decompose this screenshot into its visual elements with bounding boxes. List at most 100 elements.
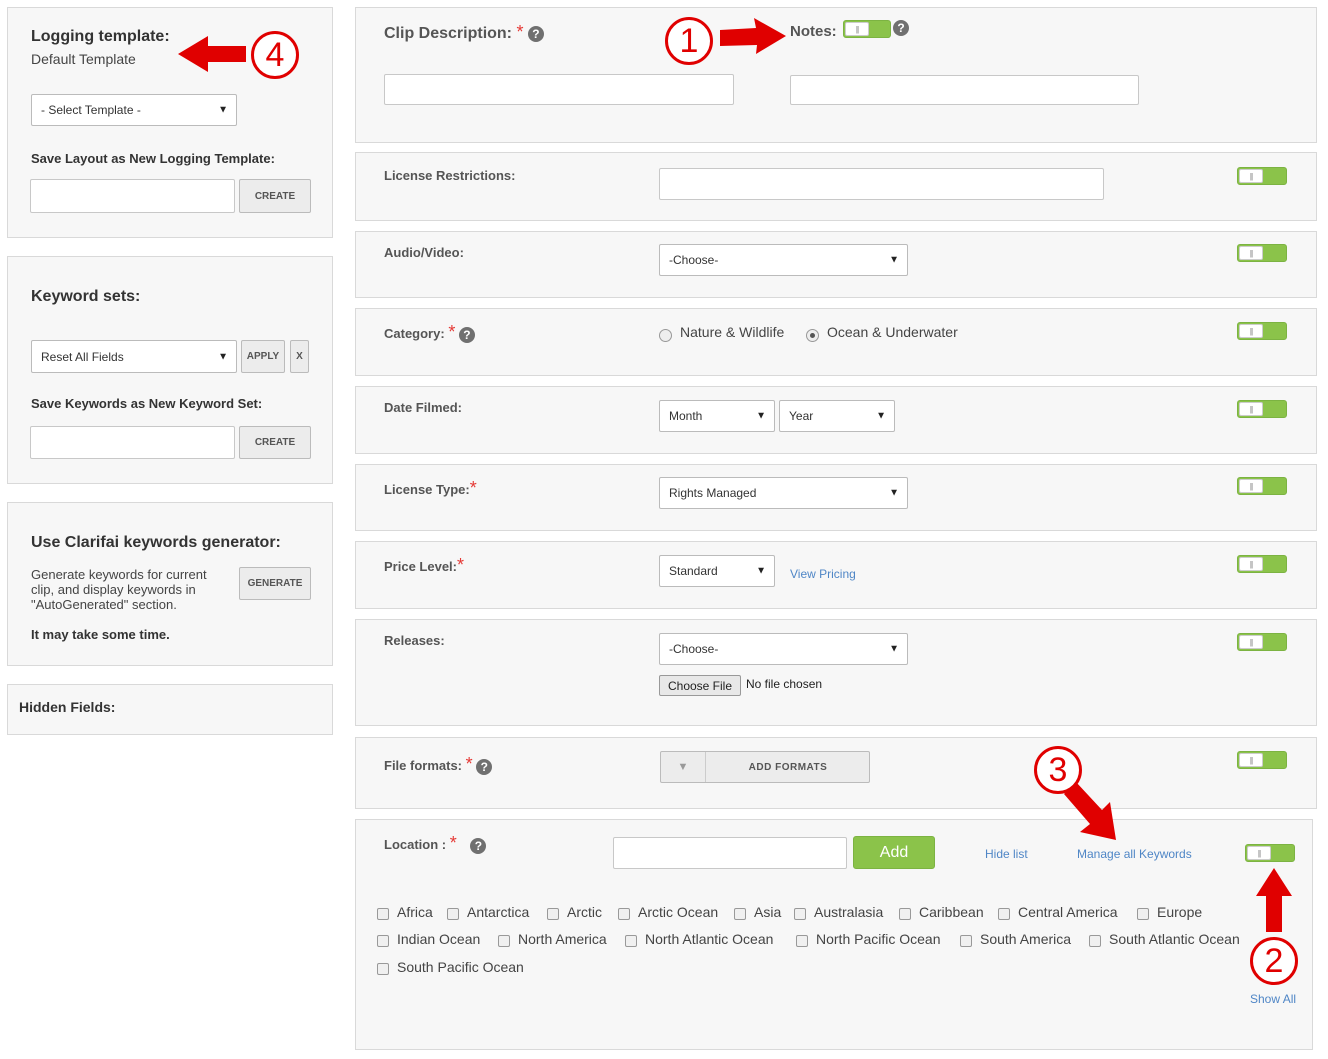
license-type-label: License Type:* xyxy=(384,478,477,498)
location-toggle[interactable]: ||| xyxy=(1245,844,1295,862)
location-item: Indian Ocean xyxy=(397,931,481,947)
annotation-4: 4 xyxy=(251,31,299,79)
choose-file-button[interactable]: Choose File xyxy=(659,675,741,696)
checkbox[interactable] xyxy=(618,908,630,920)
file-formats-toggle[interactable]: ||| xyxy=(1237,751,1287,769)
checkbox[interactable] xyxy=(796,935,808,947)
caret-down-icon[interactable]: ▼ xyxy=(661,752,706,782)
checkbox[interactable] xyxy=(377,963,389,975)
location-input[interactable] xyxy=(613,837,847,869)
view-pricing-link[interactable]: View Pricing xyxy=(790,567,856,581)
add-formats-button[interactable]: ADD FORMATS xyxy=(707,752,869,782)
new-keyword-set-input[interactable] xyxy=(30,426,235,459)
location-item: Caribbean xyxy=(919,904,984,920)
help-icon[interactable]: ? xyxy=(527,25,544,42)
logging-template-title: Logging template: xyxy=(31,28,170,45)
notes-toggle[interactable]: ||| xyxy=(843,20,891,38)
releases-toggle[interactable]: ||| xyxy=(1237,633,1287,651)
checkbox[interactable] xyxy=(377,935,389,947)
checkbox[interactable] xyxy=(1137,908,1149,920)
hide-list-link[interactable]: Hide list xyxy=(985,847,1028,861)
caret-down-icon: ▼ xyxy=(218,104,228,116)
audio-video-select[interactable]: -Choose- ▼ xyxy=(659,244,908,276)
red-arrow xyxy=(1256,868,1292,932)
clarifai-panel: Use Clarifai keywords generator: Generat… xyxy=(7,502,333,666)
price-level-toggle[interactable]: ||| xyxy=(1237,555,1287,573)
caret-down-icon: ▼ xyxy=(889,643,899,655)
add-formats-control[interactable]: ▼ ADD FORMATS xyxy=(660,751,870,783)
checkbox[interactable] xyxy=(1089,935,1101,947)
clip-description-label: Clip Description: * ? xyxy=(384,22,544,43)
help-icon[interactable]: ? xyxy=(470,837,487,854)
checkbox[interactable] xyxy=(998,908,1010,920)
new-template-input[interactable] xyxy=(30,179,235,213)
current-template: Default Template xyxy=(31,51,136,67)
category-toggle[interactable]: ||| xyxy=(1237,322,1287,340)
show-all-link[interactable]: Show All xyxy=(1250,992,1296,1006)
notes-input[interactable] xyxy=(790,75,1139,105)
checkbox[interactable] xyxy=(447,908,459,920)
keyword-set-value: Reset All Fields xyxy=(41,349,124,364)
save-keywords-label: Save Keywords as New Keyword Set: xyxy=(31,396,263,411)
template-select[interactable]: - Select Template - ▼ xyxy=(31,94,237,126)
red-arrow xyxy=(1064,782,1116,840)
location-item: Europe xyxy=(1157,904,1203,920)
keyword-sets-title: Keyword sets: xyxy=(31,288,141,305)
license-type-select[interactable]: Rights Managed ▼ xyxy=(659,477,908,509)
checkbox[interactable] xyxy=(960,935,972,947)
month-select[interactable]: Month ▼ xyxy=(659,400,775,432)
clear-keyword-set-button[interactable]: X xyxy=(290,340,309,373)
location-item: North Pacific Ocean xyxy=(816,931,941,947)
caret-down-icon: ▼ xyxy=(889,254,899,266)
clip-description-input[interactable] xyxy=(384,74,734,105)
checkbox[interactable] xyxy=(498,935,510,947)
checkbox[interactable] xyxy=(734,908,746,920)
caret-down-icon: ▼ xyxy=(218,351,228,362)
location-item: North America xyxy=(518,931,607,947)
clarifai-title: Use Clarifai keywords generator: xyxy=(31,534,281,551)
checkbox[interactable] xyxy=(899,908,911,920)
checkbox[interactable] xyxy=(794,908,806,920)
releases-row: Releases: -Choose- ▼ Choose File No file … xyxy=(355,619,1317,726)
manage-keywords-link[interactable]: Manage all Keywords xyxy=(1077,847,1192,861)
price-level-select[interactable]: Standard ▼ xyxy=(659,555,775,587)
releases-select[interactable]: -Choose- ▼ xyxy=(659,633,908,665)
location-item: South America xyxy=(980,931,1072,947)
caret-down-icon: ▼ xyxy=(756,410,766,422)
date-filmed-toggle[interactable]: ||| xyxy=(1237,400,1287,418)
license-restrictions-toggle[interactable]: ||| xyxy=(1237,167,1287,185)
license-type-toggle[interactable]: ||| xyxy=(1237,477,1287,495)
caret-down-icon: ▼ xyxy=(889,487,899,499)
price-level-row: Price Level:* Standard ▼ View Pricing ||| xyxy=(355,541,1317,609)
hidden-fields-title[interactable]: Hidden Fields: xyxy=(19,699,115,715)
generate-keywords-button[interactable]: GENERATE xyxy=(239,567,311,600)
apply-keyword-set-button[interactable]: APPLY xyxy=(241,340,285,373)
help-icon[interactable]: ? xyxy=(893,20,909,36)
help-icon[interactable]: ? xyxy=(458,326,475,343)
location-item: Australasia xyxy=(814,904,884,920)
create-template-button[interactable]: CREATE xyxy=(239,179,311,213)
category-option-ocean: Ocean & Underwater xyxy=(827,324,958,340)
category-label: Category: * ? xyxy=(384,322,475,343)
location-item: Africa xyxy=(397,904,433,920)
releases-label: Releases: xyxy=(384,633,445,648)
category-radio-ocean[interactable] xyxy=(806,329,819,342)
license-type-row: License Type:* Rights Managed ▼ ||| xyxy=(355,464,1317,531)
clarifai-note: It may take some time. xyxy=(31,627,170,642)
create-keyword-set-button[interactable]: CREATE xyxy=(239,426,311,459)
year-select[interactable]: Year ▼ xyxy=(779,400,895,432)
audio-video-toggle[interactable]: ||| xyxy=(1237,244,1287,262)
category-radio-nature[interactable] xyxy=(659,329,672,342)
hidden-fields-panel: Hidden Fields: xyxy=(7,684,333,735)
checkbox[interactable] xyxy=(377,908,389,920)
location-item: Asia xyxy=(754,904,782,920)
add-location-button[interactable]: Add xyxy=(853,836,935,869)
location-item: Arctic xyxy=(567,904,602,920)
license-restrictions-input[interactable] xyxy=(659,168,1104,200)
file-formats-row: File formats: * ? ▼ ADD FORMATS ||| xyxy=(355,737,1317,809)
checkbox[interactable] xyxy=(547,908,559,920)
keyword-set-select[interactable]: Reset All Fields ▼ xyxy=(31,340,237,373)
notes-label: Notes: xyxy=(790,23,837,40)
help-icon[interactable]: ? xyxy=(476,758,493,775)
checkbox[interactable] xyxy=(625,935,637,947)
